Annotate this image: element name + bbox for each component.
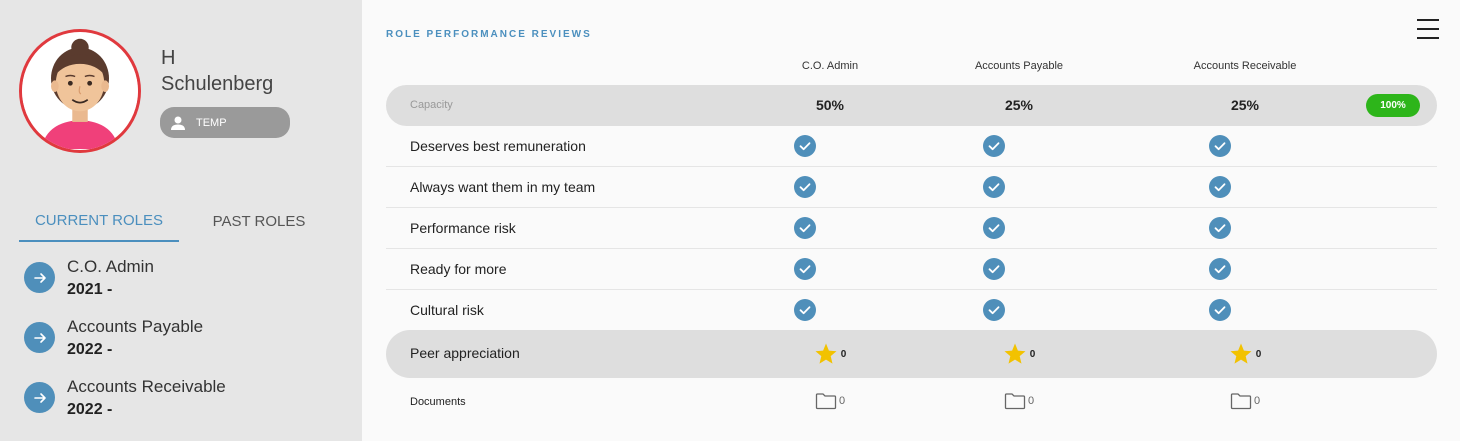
documents-count: 0 bbox=[838, 395, 846, 407]
arrow-right-icon[interactable] bbox=[24, 262, 55, 293]
criteria-checkbox[interactable] bbox=[983, 135, 1005, 162]
capacity-value: 25% bbox=[1230, 97, 1260, 113]
peer-rating[interactable]: 0 bbox=[800, 342, 860, 371]
check-circle-icon bbox=[1209, 258, 1231, 280]
check-circle-icon bbox=[794, 135, 816, 157]
folder-icon bbox=[1230, 393, 1252, 410]
capacity-total-badge: 100% bbox=[1366, 94, 1420, 117]
peer-count: 0 bbox=[1029, 348, 1036, 360]
star-icon bbox=[815, 343, 837, 364]
check-circle-icon bbox=[794, 217, 816, 239]
criteria-checkbox[interactable] bbox=[1209, 217, 1231, 244]
criteria-checkbox[interactable] bbox=[1209, 176, 1231, 203]
check-circle-icon bbox=[794, 176, 816, 198]
criteria-row: Performance risk bbox=[386, 208, 1437, 249]
capacity-label: Capacity bbox=[410, 99, 453, 111]
employment-type-badge: TEMP bbox=[160, 107, 290, 138]
criteria-checkbox[interactable] bbox=[794, 299, 816, 326]
capacity-value: 50% bbox=[815, 97, 845, 113]
criteria-checkbox[interactable] bbox=[1209, 135, 1231, 162]
criteria-label: Deserves best remuneration bbox=[410, 138, 586, 154]
check-circle-icon bbox=[794, 258, 816, 280]
check-circle-icon bbox=[1209, 135, 1231, 157]
criteria-row: Cultural risk bbox=[386, 290, 1437, 331]
column-header-accounts-payable: Accounts Payable bbox=[974, 60, 1064, 72]
criteria-checkbox[interactable] bbox=[983, 217, 1005, 244]
criteria-checkbox[interactable] bbox=[983, 176, 1005, 203]
arrow-right-icon[interactable] bbox=[24, 322, 55, 353]
profile-first-name: H bbox=[161, 47, 176, 69]
check-circle-icon bbox=[983, 258, 1005, 280]
avatar bbox=[19, 29, 141, 153]
peer-count: 0 bbox=[1255, 348, 1262, 360]
documents-link[interactable]: 0 bbox=[989, 392, 1049, 415]
documents-link[interactable]: 0 bbox=[800, 392, 860, 415]
documents-row: Documents 0 0 0 bbox=[386, 382, 1437, 423]
profile-last-name: Schulenberg bbox=[161, 73, 274, 95]
star-icon bbox=[1230, 343, 1252, 364]
roles-tabs: CURRENT ROLES PAST ROLES bbox=[19, 200, 339, 242]
peer-rating[interactable]: 0 bbox=[989, 342, 1049, 371]
criteria-checkbox[interactable] bbox=[794, 258, 816, 285]
role-item-accounts-payable[interactable]: Accounts Payable 2022 - bbox=[24, 317, 344, 367]
sidebar: H Schulenberg TEMP CURRENT ROLES PAST RO… bbox=[0, 0, 362, 441]
documents-link[interactable]: 0 bbox=[1215, 392, 1275, 415]
role-name: Accounts Receivable bbox=[67, 377, 226, 396]
criteria-checkbox[interactable] bbox=[1209, 258, 1231, 285]
capacity-row: Capacity 50% 25% 25% 100% bbox=[386, 85, 1437, 126]
capacity-value: 25% bbox=[1004, 97, 1034, 113]
peer-count: 0 bbox=[840, 348, 847, 360]
check-circle-icon bbox=[1209, 176, 1231, 198]
criteria-row: Deserves best remuneration bbox=[386, 126, 1437, 167]
check-circle-icon bbox=[983, 217, 1005, 239]
avatar-illustration bbox=[22, 33, 138, 149]
criteria-checkbox[interactable] bbox=[794, 135, 816, 162]
criteria-checkbox[interactable] bbox=[794, 176, 816, 203]
criteria-checkbox[interactable] bbox=[794, 217, 816, 244]
criteria-label: Ready for more bbox=[410, 261, 507, 277]
check-circle-icon bbox=[1209, 299, 1231, 321]
criteria-checkbox[interactable] bbox=[983, 258, 1005, 285]
documents-count: 0 bbox=[1027, 395, 1035, 407]
documents-label: Documents bbox=[410, 396, 466, 408]
criteria-row: Ready for more bbox=[386, 249, 1437, 290]
check-circle-icon bbox=[794, 299, 816, 321]
criteria-checkbox[interactable] bbox=[983, 299, 1005, 326]
star-icon bbox=[1004, 343, 1026, 364]
role-item-co-admin[interactable]: C.O. Admin 2021 - bbox=[24, 257, 344, 307]
documents-count: 0 bbox=[1253, 395, 1261, 407]
check-circle-icon bbox=[983, 176, 1005, 198]
column-header-accounts-receivable: Accounts Receivable bbox=[1193, 60, 1297, 72]
peer-appreciation-row: Peer appreciation 0 0 0 bbox=[386, 330, 1437, 378]
page-title: ROLE PERFORMANCE REVIEWS bbox=[386, 29, 592, 40]
criteria-row: Always want them in my team bbox=[386, 167, 1437, 208]
role-item-accounts-receivable[interactable]: Accounts Receivable 2022 - bbox=[24, 377, 344, 427]
column-header-co-admin: C.O. Admin bbox=[801, 60, 859, 72]
tab-current-roles[interactable]: CURRENT ROLES bbox=[19, 200, 179, 242]
person-icon bbox=[170, 115, 186, 131]
role-name: Accounts Payable bbox=[67, 317, 204, 336]
role-year: 2021 - bbox=[67, 281, 113, 298]
arrow-right-icon[interactable] bbox=[24, 382, 55, 413]
criteria-checkbox[interactable] bbox=[1209, 299, 1231, 326]
main-panel: ROLE PERFORMANCE REVIEWS C.O. Admin Acco… bbox=[362, 0, 1460, 441]
folder-icon bbox=[1004, 393, 1026, 410]
role-name: C.O. Admin bbox=[67, 257, 154, 276]
hamburger-menu-icon[interactable] bbox=[1417, 19, 1439, 41]
badge-label: TEMP bbox=[196, 116, 227, 129]
peer-appreciation-label: Peer appreciation bbox=[410, 345, 520, 361]
peer-rating[interactable]: 0 bbox=[1215, 342, 1275, 371]
criteria-label: Cultural risk bbox=[410, 302, 484, 318]
role-year: 2022 - bbox=[67, 401, 113, 418]
check-circle-icon bbox=[983, 135, 1005, 157]
role-year: 2022 - bbox=[67, 341, 113, 358]
criteria-label: Always want them in my team bbox=[410, 179, 596, 195]
check-circle-icon bbox=[1209, 217, 1231, 239]
check-circle-icon bbox=[983, 299, 1005, 321]
folder-icon bbox=[815, 393, 837, 410]
tab-past-roles[interactable]: PAST ROLES bbox=[179, 200, 339, 242]
criteria-label: Performance risk bbox=[410, 220, 516, 236]
